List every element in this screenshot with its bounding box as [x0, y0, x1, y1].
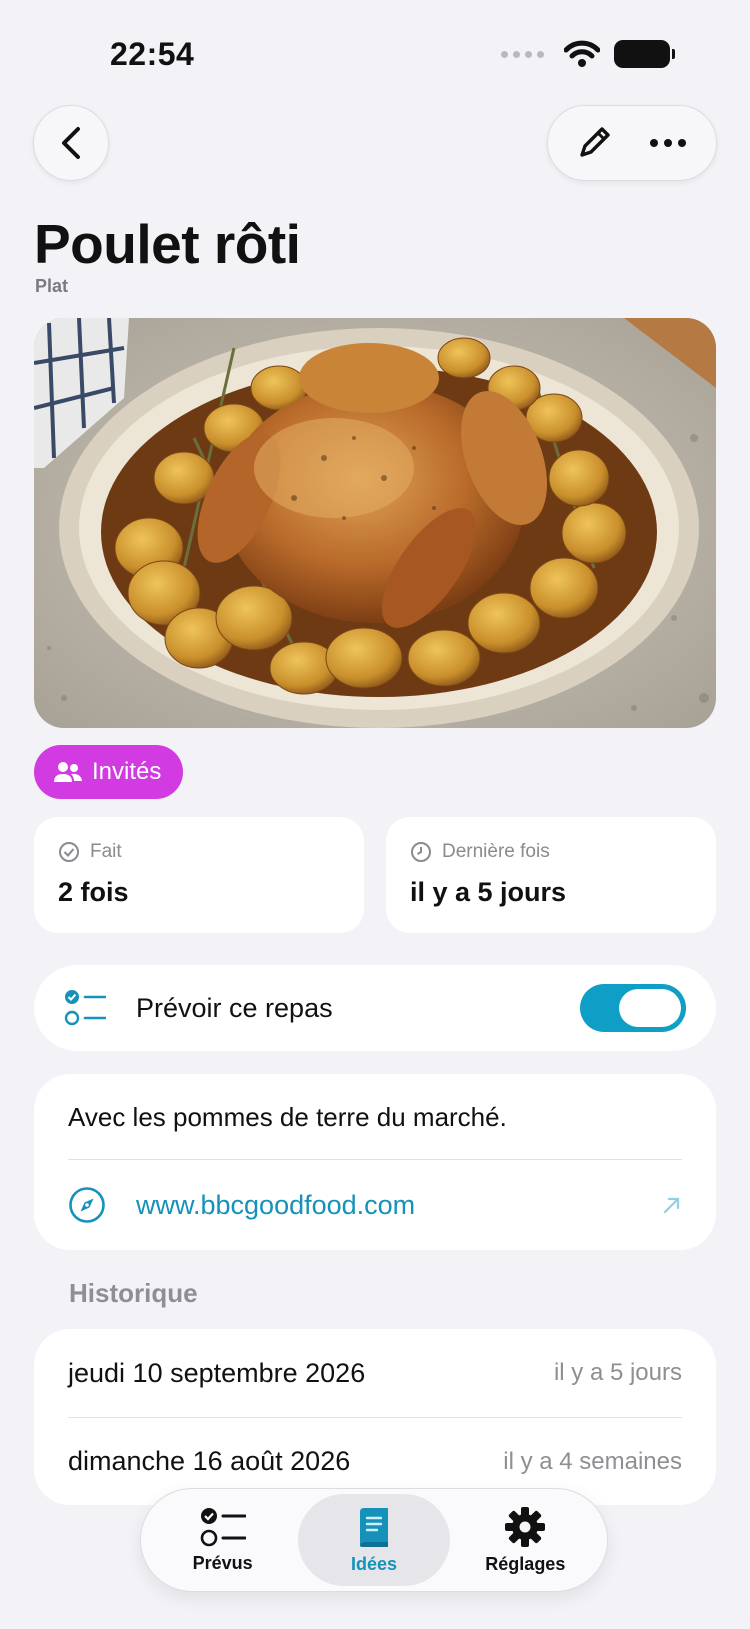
recipe-note: Avec les pommes de terre du marché.: [68, 1074, 682, 1160]
ellipsis-icon[interactable]: [648, 137, 688, 149]
page-title: Poulet rôti: [34, 213, 301, 275]
times-done-value: 2 fois: [58, 877, 129, 907]
guests-badge-label: Invités: [92, 758, 162, 785]
battery-icon: [614, 40, 675, 68]
pencil-icon[interactable]: [576, 125, 612, 161]
history-row[interactable]: jeudi 10 septembre 2026 il y a 5 jours: [68, 1329, 682, 1417]
tab-idees-label: Idées: [350, 1553, 397, 1574]
actions-pill: [547, 105, 717, 181]
guests-badge[interactable]: Invités: [34, 745, 184, 799]
last-time-card: Dernière fois il y a 5 jours: [386, 817, 716, 933]
status-time: 22:54: [110, 36, 195, 72]
plan-meal-row: Prévoir ce repas: [34, 965, 716, 1051]
book-icon: [359, 1507, 388, 1547]
status-icons: [501, 40, 675, 68]
times-done-card: Fait 2 fois: [34, 817, 364, 933]
wifi-icon: [564, 40, 600, 67]
plan-meal-toggle[interactable]: [580, 984, 686, 1032]
history-date: jeudi 10 septembre 2026: [68, 1357, 366, 1388]
people-icon: [54, 762, 82, 782]
last-time-label: Dernière fois: [442, 841, 550, 862]
gear-icon: [505, 1506, 546, 1547]
compass-icon: [69, 1187, 105, 1223]
status-bar: 22:54: [0, 0, 750, 110]
tab-prevus[interactable]: Prévus: [147, 1494, 298, 1586]
tab-reglages-label: Réglages: [485, 1553, 566, 1574]
checklist-icon: [64, 990, 106, 1026]
tab-prevus-label: Prévus: [192, 1552, 253, 1573]
history-section-title: Historique: [69, 1278, 198, 1308]
history-relative: il y a 4 semaines: [503, 1447, 682, 1475]
back-button[interactable]: [33, 105, 109, 181]
times-done-label: Fait: [90, 841, 122, 862]
history-relative: il y a 5 jours: [553, 1359, 682, 1386]
source-link[interactable]: www.bbcgoodfood.com: [136, 1190, 662, 1221]
recipe-photo: [34, 318, 716, 728]
source-link-row[interactable]: www.bbcgoodfood.com: [68, 1160, 682, 1250]
notes-card: Avec les pommes de terre du marché. www.…: [34, 1074, 716, 1250]
history-date: dimanche 16 août 2026: [68, 1446, 351, 1476]
plan-meal-label: Prévoir ce repas: [136, 992, 333, 1023]
history-list: jeudi 10 septembre 2026 il y a 5 jours d…: [34, 1329, 716, 1505]
checklist-icon: [200, 1507, 246, 1546]
checkmark-circle-icon: [59, 842, 79, 862]
tab-bar: Prévus Idées Réglages: [140, 1488, 608, 1592]
last-time-value: il y a 5 jours: [410, 877, 567, 907]
cellular-signal-icon: [501, 50, 544, 58]
external-arrow-icon: [663, 1197, 680, 1214]
recipe-category: Plat: [35, 276, 69, 296]
clock-icon: [411, 842, 431, 862]
tab-reglages[interactable]: Réglages: [450, 1494, 601, 1586]
back-chevron-icon: [62, 127, 80, 159]
tab-idees[interactable]: Idées: [298, 1494, 450, 1586]
toggle-knob: [619, 989, 681, 1027]
